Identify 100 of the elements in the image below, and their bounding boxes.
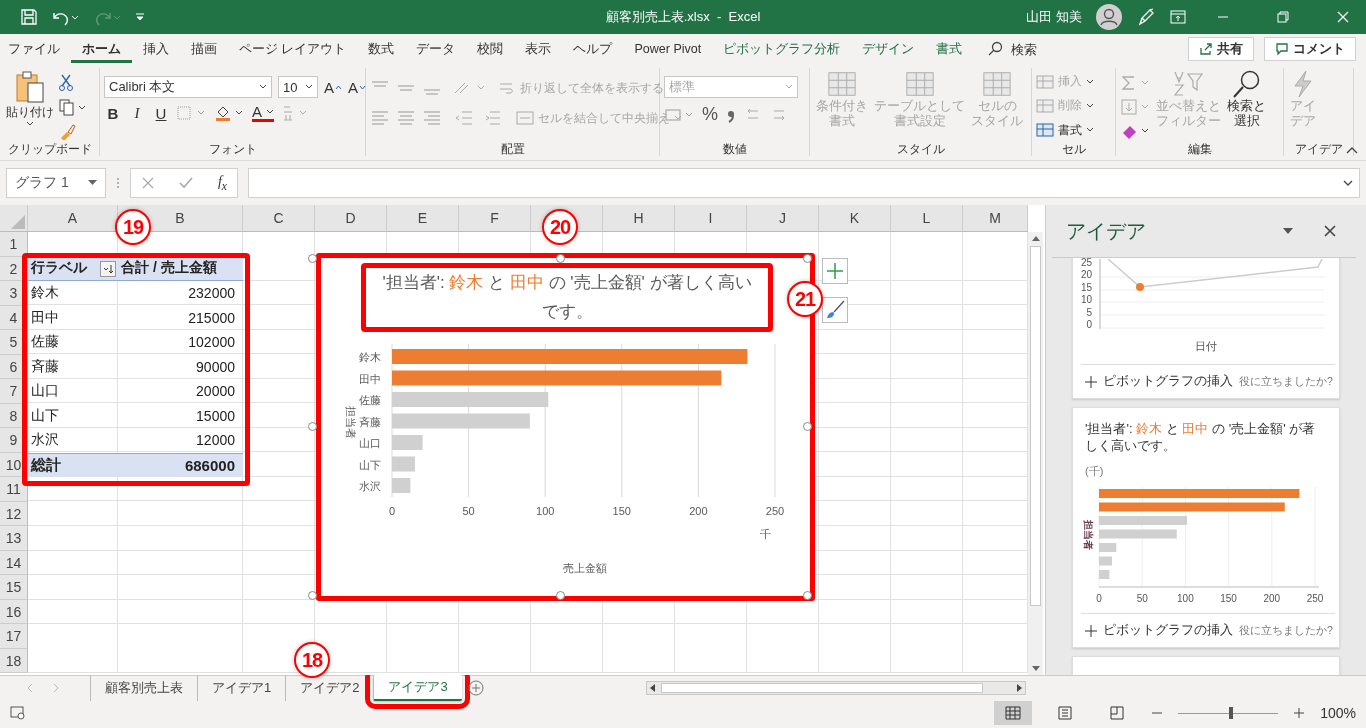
window-title: 顧客別売上表.xlsx - Excel <box>604 8 762 26</box>
axis-label: 山口 <box>359 437 381 449</box>
row-header[interactable]: 1 <box>0 232 28 257</box>
axis-label: 鈴木 <box>359 351 381 363</box>
paste-button[interactable]: 貼り付け <box>4 68 56 129</box>
tick-label: 100 <box>536 505 555 517</box>
zoom-level[interactable]: 100% <box>1320 705 1356 721</box>
ribbon-tab[interactable]: Power Pivot <box>623 37 713 61</box>
row-header[interactable]: 14 <box>0 550 28 575</box>
column-header[interactable]: D <box>345 210 356 226</box>
comment-button[interactable]: コメント <box>1264 37 1356 61</box>
ribbon-tab[interactable]: 表示 <box>514 35 563 63</box>
table-cell-text: 215000 <box>187 308 236 328</box>
ribbon-tab[interactable]: 挿入 <box>132 35 180 63</box>
tick-label: 0 <box>388 505 396 517</box>
idea-text: '担当者': 鈴木 と 田中 の '売上金額' が著しく高いです。 <box>1084 420 1317 455</box>
feedback-link[interactable]: 役に立ちましたか? <box>1239 374 1333 389</box>
axis-title: 担当者 <box>1083 520 1094 551</box>
table-cell-text: 12000 <box>195 431 236 451</box>
row-header[interactable]: 17 <box>0 624 28 649</box>
ribbon-tab[interactable]: 描画 <box>180 35 228 63</box>
feedback-link[interactable]: 役に立ちましたか? <box>1239 623 1333 638</box>
ribbon-tab[interactable]: 数式 <box>357 35 406 63</box>
tick-label: 50 <box>462 505 475 517</box>
row-header[interactable]: 15 <box>0 575 28 600</box>
header-cell: 合計 / 売上金額 <box>118 256 243 281</box>
tick-label: 50 <box>1136 593 1148 605</box>
header-cell: 行ラベル <box>28 256 118 281</box>
share-button[interactable]: 共有 <box>1188 37 1254 61</box>
row-header[interactable]: 18 <box>0 648 28 673</box>
tick-label: 200 <box>689 505 708 517</box>
group-label: フォント <box>207 142 258 156</box>
ribbon-tab[interactable]: ヘルプ <box>562 35 624 63</box>
ribbon-tab[interactable]: ファイル <box>0 35 71 63</box>
column-header[interactable]: A <box>67 210 78 226</box>
column-header[interactable]: F <box>490 210 499 226</box>
column-header[interactable]: I <box>708 210 713 226</box>
column-header[interactable]: H <box>633 210 644 226</box>
tick-label: 200 <box>1263 593 1281 605</box>
column-header[interactable]: C <box>273 210 284 226</box>
table-cell-text: 102000 <box>187 333 236 353</box>
tick-label: 250 <box>1306 593 1324 605</box>
column-header[interactable]: M <box>989 210 1001 226</box>
table-cell: 686000 <box>118 452 243 477</box>
user-name: 山田 知美 <box>1026 8 1082 26</box>
name-box[interactable]: グラフ 1 <box>6 168 106 198</box>
axis-label: 田中 <box>359 372 381 385</box>
ribbon-tab[interactable]: データ <box>405 35 467 63</box>
tick-label: 250 <box>765 505 785 517</box>
tick-label: 100 <box>1177 593 1194 605</box>
axis-title: 担当者 <box>345 405 357 439</box>
table-cell-text: 佐藤 <box>30 332 60 352</box>
ribbon-tab[interactable]: ピボットグラフ分析 <box>712 35 852 63</box>
table-cell-text: 15000 <box>195 406 236 426</box>
font-name-field[interactable]: Calibri 本文 <box>104 76 272 98</box>
column-header[interactable]: J <box>779 210 786 226</box>
table-cell-text: 山下 <box>30 405 60 425</box>
column-header[interactable]: E <box>417 210 428 226</box>
cell-button[interactable]: 書式 <box>1036 118 1094 142</box>
search-field[interactable]: 検索 <box>1011 41 1052 57</box>
row-header[interactable]: 13 <box>0 526 28 551</box>
row-header[interactable]: 11 <box>0 477 28 502</box>
table-cell-text: 田中 <box>30 307 60 327</box>
column-header[interactable]: B <box>175 210 185 226</box>
table-cell-text: 山口 <box>30 381 60 401</box>
ribbon-tab[interactable]: デザイン <box>851 35 926 63</box>
decrease-font-button[interactable]: A <box>348 78 367 96</box>
insert-pivotchart-button[interactable]: ピボットグラフの挿入 <box>1085 622 1233 640</box>
axis-label: 山下 <box>359 458 381 471</box>
axis-label: 佐藤 <box>359 394 381 406</box>
unit-label: (千) <box>1084 464 1105 480</box>
increase-font-button[interactable]: A <box>324 78 342 96</box>
tick-label: 10 <box>1081 294 1093 307</box>
column-header[interactable]: K <box>849 210 860 226</box>
column-header[interactable]: L <box>922 210 931 226</box>
find-select-button[interactable]: 検索と 選択 <box>1225 68 1268 131</box>
tick-label: 150 <box>612 505 631 517</box>
ribbon-tab[interactable]: ページ レイアウト <box>228 35 358 63</box>
table-cell-text: 232000 <box>187 284 236 304</box>
font-color-button[interactable]: A <box>252 104 274 122</box>
axis-label: 水沢 <box>359 480 381 492</box>
pane-title: アイデア <box>1066 218 1147 244</box>
row-header[interactable]: 16 <box>0 599 28 624</box>
unit-label: 千 <box>759 528 771 540</box>
group-label: セル <box>1060 142 1087 156</box>
tick-label: 0 <box>1086 319 1093 332</box>
format-button[interactable]: I <box>128 104 146 122</box>
format-button[interactable]: B <box>104 104 122 122</box>
axis-title: 売上金額 <box>563 562 607 574</box>
ribbon-tab[interactable]: 書式 <box>925 35 974 63</box>
chart-title[interactable]: '担当者': 鈴木 と 田中 の '売上金額' が著しく高いです。 <box>361 263 773 332</box>
insert-function-button[interactable]: f$_{x}$ <box>217 173 227 193</box>
axis-title: 日付 <box>1194 339 1218 355</box>
row-header[interactable]: 12 <box>0 501 28 526</box>
font-size-field[interactable]: 10 <box>278 76 318 98</box>
insert-pivotchart-button[interactable]: ピボットグラフの挿入 <box>1085 373 1233 391</box>
ribbon-tab[interactable]: 校閲 <box>466 35 515 63</box>
group-label: アイデア <box>1293 142 1344 156</box>
format-button[interactable]: U <box>152 104 170 122</box>
table-cell-text: 水沢 <box>30 430 60 450</box>
